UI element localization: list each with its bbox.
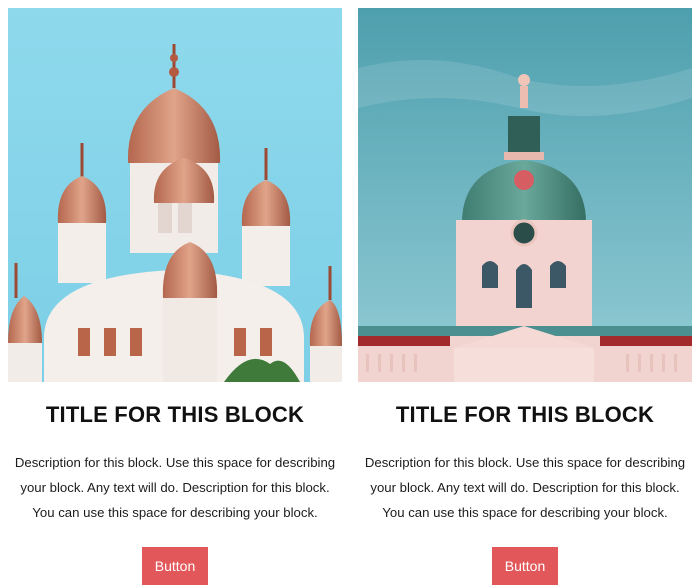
card-button[interactable]: Button bbox=[492, 547, 558, 585]
card-1: TITLE FOR THIS BLOCK Description for thi… bbox=[8, 8, 342, 585]
card-2: TITLE FOR THIS BLOCK Description for thi… bbox=[358, 8, 692, 585]
card-actions: Button bbox=[8, 547, 342, 585]
temple-photo-illustration bbox=[8, 8, 342, 382]
palace-photo-illustration bbox=[358, 8, 692, 382]
card-title: TITLE FOR THIS BLOCK bbox=[45, 402, 305, 427]
card-grid: TITLE FOR THIS BLOCK Description for thi… bbox=[0, 0, 700, 588]
card-description: Description for this block. Use this spa… bbox=[14, 455, 336, 520]
card-actions: Button bbox=[358, 547, 692, 585]
card-title: TITLE FOR THIS BLOCK bbox=[395, 402, 655, 427]
card-description: Description for this block. Use this spa… bbox=[364, 455, 686, 520]
card-image-temple bbox=[8, 8, 342, 382]
card-image-palace bbox=[358, 8, 692, 382]
card-button[interactable]: Button bbox=[142, 547, 208, 585]
